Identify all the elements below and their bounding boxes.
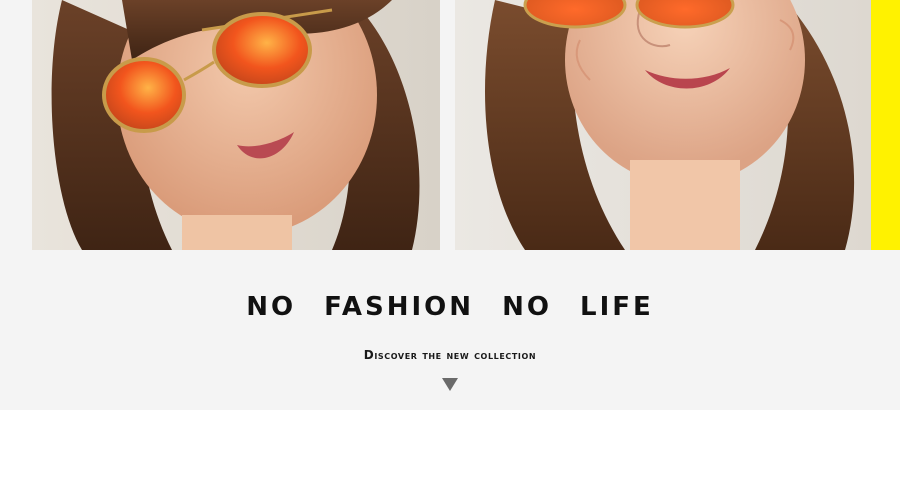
tagline: Discover the new collection <box>363 348 537 362</box>
accent-bar <box>871 0 900 250</box>
photo-left <box>32 0 440 250</box>
woman-sunglasses-image <box>32 0 440 250</box>
triangle-down-icon[interactable] <box>442 378 458 391</box>
woman-smiling-image <box>455 0 871 250</box>
headline: NO FASHION NO LIFE <box>246 292 654 322</box>
hero-banner: NO FASHION NO LIFE Discover the new coll… <box>0 0 900 410</box>
page: NO FASHION NO LIFE Discover the new coll… <box>0 0 900 477</box>
photo-right <box>455 0 871 250</box>
